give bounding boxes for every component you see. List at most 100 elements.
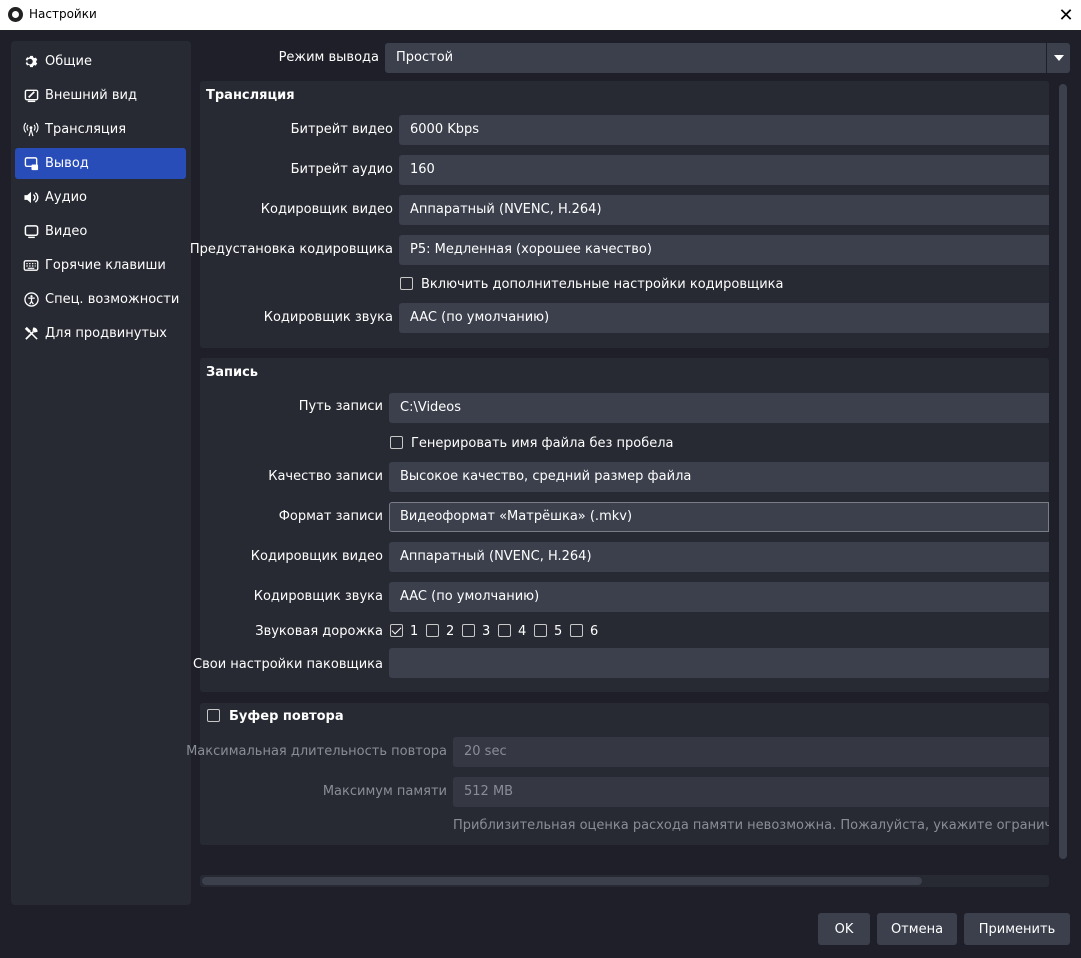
stream-video-encoder-label: Кодировщик видео	[260, 202, 393, 217]
sidebar-item-audio[interactable]: Аудио	[15, 182, 186, 213]
audio-track-label: Звуковая дорожка	[255, 624, 383, 639]
speaker-icon	[23, 190, 39, 206]
sidebar-item-label: Внешний вид	[45, 88, 137, 103]
stream-audio-encoder-label: Кодировщик звука	[263, 310, 393, 325]
stream-audio-encoder-select[interactable]: AAC (по умолчанию)	[399, 303, 1049, 333]
replay-max-memory-input[interactable]: 512 MB	[453, 777, 1049, 807]
no-space-filename-label: Генерировать имя файла без пробела	[411, 436, 674, 451]
sidebar-item-label: Аудио	[45, 190, 87, 205]
muxer-settings-label: Свои настройки паковщика	[193, 657, 383, 672]
ok-button[interactable]: OK	[818, 913, 870, 945]
audio-track-5-label: 5	[554, 624, 563, 639]
sidebar-item-label: Для продвинутых	[45, 326, 167, 341]
audio-track-1-label: 1	[410, 624, 419, 639]
broadcast-icon	[23, 122, 39, 138]
tools-icon	[23, 326, 39, 342]
accessibility-icon	[23, 292, 39, 308]
recording-path-label: Путь записи	[298, 399, 383, 414]
close-icon[interactable]: ✕	[1051, 0, 1081, 30]
replay-buffer-checkbox[interactable]	[207, 709, 220, 722]
sidebar-item-label: Видео	[45, 224, 88, 239]
recording-video-encoder-value: Аппаратный (NVENC, H.264)	[400, 549, 592, 564]
sidebar-item-appearance[interactable]: Внешний вид	[15, 80, 186, 111]
replay-buffer-title: Буфер повтора	[229, 709, 344, 724]
recording-audio-encoder-select[interactable]: AAC (по умолчанию)	[389, 582, 1049, 612]
video-bitrate-value: 6000 Kbps	[410, 122, 480, 137]
output-mode-select[interactable]: Простой	[385, 43, 1070, 73]
vertical-scrollbar[interactable]	[1057, 82, 1069, 867]
video-bitrate-label: Битрейт видео	[290, 122, 393, 137]
output-mode-value: Простой	[396, 50, 454, 65]
chevron-down-icon[interactable]	[1046, 43, 1070, 73]
recording-audio-encoder-label: Кодировщик звука	[253, 589, 383, 604]
encoder-preset-value: P5: Медленная (хорошее качество)	[410, 242, 652, 257]
recording-quality-value: Высокое качество, средний размер файла	[400, 469, 692, 484]
sidebar-item-label: Горячие клавиши	[45, 258, 166, 273]
stream-audio-encoder-value: AAC (по умолчанию)	[410, 310, 550, 325]
audio-track-3-label: 3	[482, 624, 491, 639]
sidebar-item-general[interactable]: Общие	[15, 46, 186, 77]
gear-icon	[23, 54, 39, 70]
stream-video-encoder-select[interactable]: Аппаратный (NVENC, H.264)	[399, 195, 1049, 225]
replay-max-duration-value: 20 sec	[464, 744, 507, 759]
advanced-encoder-checkbox[interactable]	[400, 277, 413, 290]
title-bar: Настройки ✕	[0, 0, 1081, 30]
horizontal-scrollbar-thumb[interactable]	[202, 877, 922, 885]
audio-track-6-label: 6	[590, 624, 599, 639]
encoder-preset-select[interactable]: P5: Медленная (хорошее качество)	[399, 235, 1049, 265]
replay-memory-note: Приблизительная оценка расхода памяти не…	[453, 818, 1049, 833]
vertical-scrollbar-thumb[interactable]	[1059, 84, 1067, 859]
sidebar-item-advanced[interactable]: Для продвинутых	[15, 318, 186, 349]
output-mode-label: Режим вывода	[278, 50, 379, 65]
replay-max-duration-label: Максимальная длительность повтора	[186, 744, 447, 759]
obs-logo-icon	[8, 7, 23, 22]
replay-max-duration-input[interactable]: 20 sec	[453, 737, 1049, 767]
muxer-settings-input[interactable]	[389, 648, 1049, 678]
recording-format-label: Формат записи	[278, 509, 383, 524]
sidebar-item-stream[interactable]: Трансляция	[15, 114, 186, 145]
encoder-preset-label: Предустановка кодировщика	[189, 242, 393, 257]
sidebar-item-hotkeys[interactable]: Горячие клавиши	[15, 250, 186, 281]
recording-format-value: Видеоформат «Матрёшка» (.mkv)	[400, 509, 633, 524]
no-space-filename-checkbox[interactable]	[390, 436, 403, 449]
recording-path-input[interactable]: C:\Videos	[389, 393, 1049, 423]
window-title: Настройки	[29, 7, 97, 21]
replay-max-memory-value: 512 MB	[464, 784, 514, 799]
monitor-icon	[23, 224, 39, 240]
sidebar-item-label: Трансляция	[45, 122, 127, 137]
audio-track-2-checkbox[interactable]	[426, 624, 439, 637]
audio-track-5-checkbox[interactable]	[534, 624, 547, 637]
video-bitrate-input[interactable]: 6000 Kbps	[399, 115, 1049, 145]
audio-track-4-label: 4	[518, 624, 527, 639]
appearance-icon	[23, 88, 39, 104]
streaming-group-title: Трансляция	[206, 88, 295, 103]
audio-track-3-checkbox[interactable]	[462, 624, 475, 637]
recording-quality-label: Качество записи	[268, 469, 383, 484]
horizontal-scrollbar[interactable]	[200, 875, 1049, 887]
recording-quality-select[interactable]: Высокое качество, средний размер файла	[389, 462, 1049, 492]
sidebar-item-label: Вывод	[45, 156, 89, 171]
recording-video-encoder-select[interactable]: Аппаратный (NVENC, H.264)	[389, 542, 1049, 572]
sidebar-item-output[interactable]: Вывод	[15, 148, 186, 179]
audio-track-6-checkbox[interactable]	[570, 624, 583, 637]
recording-video-encoder-label: Кодировщик видео	[250, 549, 383, 564]
recording-audio-encoder-value: AAC (по умолчанию)	[400, 589, 540, 604]
sidebar-item-video[interactable]: Видео	[15, 216, 186, 247]
cancel-button[interactable]: Отмена	[877, 913, 957, 945]
recording-path-value: C:\Videos	[400, 400, 462, 415]
settings-sidebar: Общие Внешний вид Трансляция Вывод Аудио…	[11, 41, 191, 905]
keyboard-icon	[23, 258, 39, 274]
audio-track-2-label: 2	[446, 624, 455, 639]
recording-format-select[interactable]: Видеоформат «Матрёшка» (.mkv)	[389, 502, 1049, 532]
audio-bitrate-value: 160	[410, 162, 435, 177]
audio-bitrate-select[interactable]: 160	[399, 155, 1049, 185]
sidebar-item-label: Общие	[45, 54, 92, 69]
recording-group-title: Запись	[206, 365, 259, 380]
advanced-encoder-label: Включить дополнительные настройки кодиро…	[421, 277, 784, 292]
replay-max-memory-label: Максимум памяти	[322, 784, 447, 799]
sidebar-item-accessibility[interactable]: Спец. возможности	[15, 284, 186, 315]
sidebar-item-label: Спец. возможности	[45, 292, 180, 307]
apply-button[interactable]: Применить	[964, 913, 1070, 945]
audio-track-4-checkbox[interactable]	[498, 624, 511, 637]
audio-track-1-checkbox[interactable]	[390, 624, 403, 637]
